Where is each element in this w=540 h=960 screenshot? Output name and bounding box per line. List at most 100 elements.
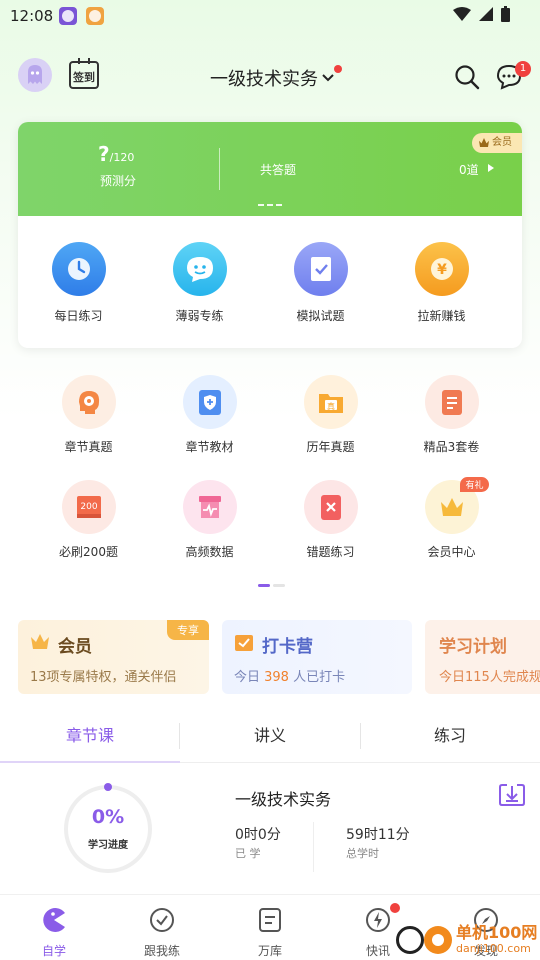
check-circle-icon — [150, 908, 174, 932]
grid-label: 错题练习 — [306, 545, 355, 559]
feature-label: 每日练习 — [54, 309, 103, 323]
site-watermark-logo: 单机100网 danji100.com — [396, 918, 540, 960]
ring-icon — [424, 926, 452, 954]
progress-ring — [64, 783, 152, 873]
divider — [360, 723, 361, 749]
app-header: 签到 一级技术实务 1 — [0, 55, 540, 99]
promo-clockin-card[interactable]: 打卡营 今日 398 人已打卡 — [222, 620, 412, 694]
notification-app-icon — [59, 7, 77, 25]
notification-app-icon — [86, 7, 104, 25]
nav-self-study[interactable]: 自学 — [0, 895, 108, 960]
grid-chapter-textbook[interactable]: 章节教材 — [149, 372, 270, 477]
pacman-icon — [43, 908, 65, 932]
grid-must-do-200[interactable]: 200 必刷200题 — [28, 477, 149, 582]
grid-page-indicator — [258, 584, 285, 587]
watermark-url: danji100.com — [456, 942, 531, 955]
promo-clockin-subtitle: 今日 398 人已打卡 — [234, 670, 346, 685]
promo-vip-title: 会员 — [58, 637, 92, 657]
grid-label: 章节教材 — [185, 440, 234, 454]
avatar[interactable] — [18, 58, 52, 92]
grid-label: 历年真题 — [306, 440, 355, 454]
error-book-icon — [303, 480, 358, 534]
divider — [179, 723, 180, 749]
grid-chapter-questions[interactable]: 章节真题 — [28, 372, 149, 477]
divider — [313, 822, 314, 872]
promo-plan-title: 学习计划 — [439, 637, 507, 657]
feature-invite-earn[interactable]: ¥ 拉新赚钱 — [381, 216, 502, 348]
vip-tag[interactable]: 会员 — [472, 133, 522, 153]
clock-icon — [51, 242, 106, 296]
lightning-icon — [366, 908, 390, 932]
promo-study-plan-card[interactable]: 学习计划 今日115人完成规 — [425, 620, 540, 694]
tab-handouts[interactable]: 讲义 — [180, 715, 360, 762]
grid-label: 精品3套卷 — [423, 440, 480, 454]
grid-label: 会员中心 — [427, 545, 476, 559]
grid-label: 高频数据 — [185, 545, 234, 559]
promo-clockin-title: 打卡营 — [262, 637, 313, 657]
feature-weak-practice[interactable]: 薄弱专练 — [139, 216, 260, 348]
score-stats-panel[interactable]: ?/120 预测分 共答题 0道 会员 — [18, 122, 522, 216]
study-summary-card: ?/120 预测分 共答题 0道 会员 每日练习 薄弱专练 模拟试题 ¥ 拉新赚… — [18, 122, 522, 348]
feature-mock-exam[interactable]: 模拟试题 — [260, 216, 381, 348]
wifi-icon — [453, 7, 471, 21]
news-notification-dot — [390, 903, 400, 913]
brain-gear-icon — [61, 375, 116, 429]
promo-vip-subtitle: 13项专属特权，通关伴侣 — [30, 670, 177, 685]
subject-notification-dot — [334, 65, 342, 73]
yen-coin-icon: ¥ — [414, 242, 469, 296]
status-bar: 12:08 — [0, 0, 540, 32]
signal-icon — [479, 7, 493, 21]
grid-label: 必刷200题 — [59, 545, 118, 559]
total-time-value: 59时11分 — [346, 827, 410, 843]
book-200-icon: 200 — [61, 480, 116, 534]
total-answered-value: 0道 — [459, 163, 479, 177]
crown-icon — [479, 138, 489, 147]
grid-vip-center[interactable]: 有礼 会员中心 — [391, 477, 512, 582]
svg-text:200: 200 — [80, 502, 97, 512]
search-icon[interactable] — [454, 64, 480, 90]
chevron-down-icon — [322, 74, 334, 82]
nav-label: 跟我练 — [143, 944, 180, 958]
exclusive-tag: 专享 — [167, 620, 209, 640]
svg-text:真: 真 — [327, 401, 335, 411]
grid-premium-sets[interactable]: 精品3套卷 — [391, 372, 512, 477]
progress-label: 学习进度 — [88, 840, 128, 851]
chat-face-icon — [172, 242, 227, 296]
total-time-label: 总学时 — [346, 847, 379, 860]
library-icon — [259, 908, 281, 932]
total-answered-label: 共答题 — [260, 163, 297, 177]
checkin-button[interactable]: 签到 — [69, 58, 99, 89]
download-icon[interactable] — [499, 783, 525, 807]
nav-library[interactable]: 万库 — [216, 895, 324, 960]
battery-icon — [501, 6, 510, 22]
feature-row: 每日练习 薄弱专练 模拟试题 ¥ 拉新赚钱 — [18, 216, 522, 348]
promo-vip-card[interactable]: 会员 13项专属特权，通关伴侣 专享 — [18, 620, 209, 694]
predicted-score: ?/120 — [98, 142, 135, 166]
card-page-indicator — [258, 204, 282, 206]
checkin-label: 签到 — [73, 70, 95, 84]
grid-error-practice[interactable]: 错题练习 — [270, 477, 391, 582]
watermark-title: 单机100网 — [456, 923, 538, 942]
ghost-avatar-icon — [28, 65, 42, 84]
tab-practice[interactable]: 练习 — [360, 715, 540, 762]
learned-time-value: 0时0分 — [235, 827, 281, 843]
progress-percent: 0% — [91, 806, 125, 828]
plus-circle-icon — [396, 926, 424, 954]
promo-plan-subtitle: 今日115人完成规 — [439, 670, 540, 685]
gift-badge: 有礼 — [460, 477, 489, 492]
nav-follow-practice[interactable]: 跟我练 — [108, 895, 216, 960]
heartbeat-chart-icon — [182, 480, 237, 534]
grid-past-exams[interactable]: 真 历年真题 — [270, 372, 391, 477]
feature-label: 拉新赚钱 — [417, 309, 466, 323]
message-count-badge: 1 — [515, 61, 531, 77]
feature-daily-practice[interactable]: 每日练习 — [18, 216, 139, 348]
folder-zhen-icon: 真 — [303, 375, 358, 429]
test-paper-icon — [293, 242, 348, 296]
crown-icon: 有礼 — [424, 477, 489, 534]
predicted-score-label: 预测分 — [100, 174, 137, 188]
tool-grid: 章节真题 章节教材 真 历年真题 精品3套卷 200 必刷200题 高频数据 错… — [0, 372, 540, 582]
divider — [219, 148, 220, 190]
subject-selector[interactable]: 一级技术实务 — [210, 65, 335, 91]
grid-high-freq-data[interactable]: 高频数据 — [149, 477, 270, 582]
tab-chapter-course[interactable]: 章节课 — [0, 715, 180, 763]
